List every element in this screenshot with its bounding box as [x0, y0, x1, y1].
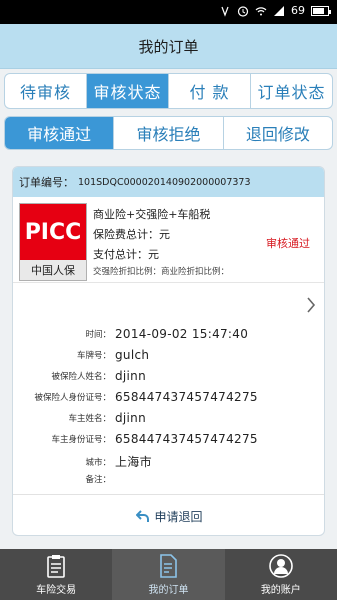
- vibrate-icon: [221, 6, 229, 17]
- status-bar: 69: [0, 0, 337, 24]
- sub-tabs: 审核通过 审核拒绝 退回修改: [4, 116, 333, 150]
- premium-total: 保险费总计：元: [93, 228, 170, 241]
- detail-value: 上海市: [115, 455, 152, 469]
- detail-value: djinn: [115, 411, 146, 425]
- order-card[interactable]: 订单编号： 101SDQC000020140902000007373 PICC …: [12, 166, 325, 536]
- signal-icon: [274, 5, 284, 16]
- alarm-icon: [237, 5, 249, 17]
- detail-label: 车牌号：: [76, 351, 111, 361]
- detail-label: 备注：: [85, 475, 111, 485]
- tab-rejected[interactable]: 审核拒绝: [114, 117, 224, 149]
- nav-item-my-account[interactable]: 我的账户: [225, 549, 337, 600]
- battery-percent: 69: [291, 4, 305, 17]
- detail-row-insured-id: 被保险人身份证号： 658447437457474275: [13, 390, 258, 404]
- detail-value: 2014-09-02 15:47:40: [115, 327, 249, 341]
- header-bar: 我的订单: [0, 24, 337, 69]
- bottom-nav: 车险交易 我的订单 我的账户: [0, 549, 337, 600]
- nav-item-my-orders[interactable]: 我的订单: [112, 549, 225, 600]
- tab-approved[interactable]: 审核通过: [5, 117, 115, 149]
- detail-label: 时间：: [85, 330, 111, 340]
- detail-value: djinn: [115, 369, 146, 383]
- detail-row-plate: 车牌号： gulch: [13, 348, 149, 362]
- wifi-icon: [255, 6, 267, 15]
- user-icon: [269, 554, 293, 578]
- detail-label: 被保险人身份证号：: [34, 393, 111, 403]
- detail-row-owner-name: 车主姓名： djinn: [13, 411, 146, 425]
- detail-row-owner-id: 车主身份证号： 658447437457474275: [13, 432, 258, 446]
- detail-label: 车主姓名：: [68, 414, 111, 424]
- product-summary: PICC 中国人保 商业险+交强险+车船税 保险费总计：元 支付总计：元 交强险…: [13, 197, 324, 283]
- order-number-label: 订单编号：: [19, 176, 74, 189]
- main-tabs: 待审核 审核状态 付 款 订单状态: [4, 73, 333, 109]
- tab-review-status[interactable]: 审核状态: [87, 74, 169, 108]
- tab-returned-for-edit[interactable]: 退回修改: [224, 117, 332, 149]
- discount-ratio: 交强险折扣比例：商业险折扣比例：: [93, 267, 230, 277]
- page-title: 我的订单: [138, 37, 199, 56]
- detail-row-city: 城市： 上海市: [13, 453, 152, 470]
- picc-logo: PICC 中国人保: [19, 203, 87, 281]
- paid-total: 支付总计：元: [93, 248, 159, 261]
- nav-item-car-insurance[interactable]: 车险交易: [0, 549, 112, 600]
- detail-row-insured-name: 被保险人姓名： djinn: [13, 369, 146, 383]
- picc-logo-mark: PICC: [20, 204, 86, 260]
- order-number: 101SDQC000020140902000007373: [78, 176, 251, 188]
- tab-pending-review[interactable]: 待审核: [5, 74, 87, 108]
- detail-label: 城市：: [85, 457, 111, 468]
- request-return-button[interactable]: 申请退回: [13, 505, 324, 527]
- picc-logo-caption: 中国人保: [20, 260, 86, 280]
- nav-label: 车险交易: [36, 585, 77, 596]
- battery-icon: [311, 5, 331, 16]
- clipboard-icon: [47, 555, 65, 578]
- status-badge: 审核通过: [266, 237, 310, 250]
- tab-payment[interactable]: 付 款: [169, 74, 251, 108]
- detail-row-time: 时间： 2014-09-02 15:47:40: [13, 327, 248, 341]
- request-return-label: 申请退回: [154, 509, 203, 524]
- return-arrow-icon: [136, 510, 150, 522]
- detail-row-remarks: 备注：: [13, 473, 115, 485]
- document-icon: [160, 554, 178, 578]
- detail-value: 658447437457474275: [115, 390, 258, 404]
- tab-order-status[interactable]: 订单状态: [251, 74, 332, 108]
- chevron-right-icon[interactable]: [306, 297, 316, 313]
- nav-label: 我的订单: [148, 585, 189, 596]
- product-name: 商业险+交强险+车船税: [93, 208, 211, 221]
- detail-value: 658447437457474275: [115, 432, 258, 446]
- nav-label: 我的账户: [260, 585, 301, 596]
- detail-value: gulch: [115, 348, 150, 362]
- detail-label: 被保险人姓名：: [51, 372, 111, 382]
- order-number-bar: 订单编号： 101SDQC000020140902000007373: [13, 167, 324, 197]
- detail-label: 车主身份证号：: [51, 435, 111, 445]
- divider: [13, 494, 324, 495]
